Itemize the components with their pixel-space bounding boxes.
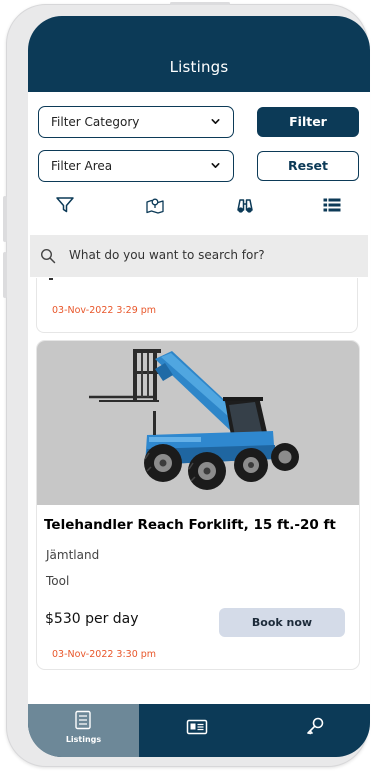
list-icon[interactable] — [322, 196, 342, 214]
search-input[interactable]: What do you want to search for? — [69, 248, 265, 262]
filter-button[interactable]: Filter — [257, 107, 359, 137]
tab-label: Listings — [65, 735, 102, 744]
map-icon[interactable] — [145, 196, 165, 214]
filter-category-label: Filter Category — [51, 115, 140, 129]
app-header: Listings — [28, 16, 370, 92]
app-screen: Listings Filter Category Filter Filter A… — [28, 16, 370, 757]
reset-button[interactable]: Reset — [257, 151, 359, 181]
phone-top-button — [170, 2, 230, 5]
key-icon — [307, 717, 324, 735]
phone-side-button — [3, 252, 7, 298]
filter-icon[interactable] — [55, 196, 75, 214]
listing-location: Jämtland — [46, 548, 100, 562]
listing-image — [37, 341, 359, 505]
listing-date: 03-Nov-2022 3:30 pm — [52, 649, 157, 660]
binoculars-icon[interactable] — [235, 196, 255, 214]
filter-area-label: Filter Area — [51, 159, 113, 173]
truncated-text-fragment — [49, 278, 53, 280]
bottom-tab-bar: Listings — [28, 704, 370, 757]
listings-icon — [75, 710, 91, 730]
listing-card[interactable]: Telehandler Reach Forklift, 15 ft.-20 ft… — [36, 340, 360, 670]
listing-title[interactable]: Telehandler Reach Forklift, 15 ft.-20 ft — [44, 517, 336, 533]
chevron-down-icon — [211, 119, 220, 124]
card-icon — [186, 719, 208, 735]
page-title: Listings — [169, 58, 229, 76]
listing-card[interactable]: 03-Nov-2022 3:29 pm — [36, 278, 358, 333]
chevron-down-icon — [211, 163, 220, 168]
tab-listings[interactable]: Listings — [28, 704, 139, 757]
telehandler-image — [89, 349, 299, 490]
phone-side-button — [3, 196, 7, 242]
filter-category-select[interactable]: Filter Category — [38, 106, 234, 138]
listing-category: Tool — [46, 574, 70, 588]
listing-price: $530 per day — [45, 611, 139, 627]
search-bar[interactable]: What do you want to search for? — [30, 235, 368, 277]
search-icon — [40, 248, 56, 264]
book-now-button[interactable]: Book now — [219, 608, 345, 637]
listing-date: 03-Nov-2022 3:29 pm — [52, 305, 157, 316]
tab-key[interactable] — [255, 704, 370, 757]
filter-area-select[interactable]: Filter Area — [38, 150, 234, 182]
tab-card[interactable] — [139, 704, 255, 757]
